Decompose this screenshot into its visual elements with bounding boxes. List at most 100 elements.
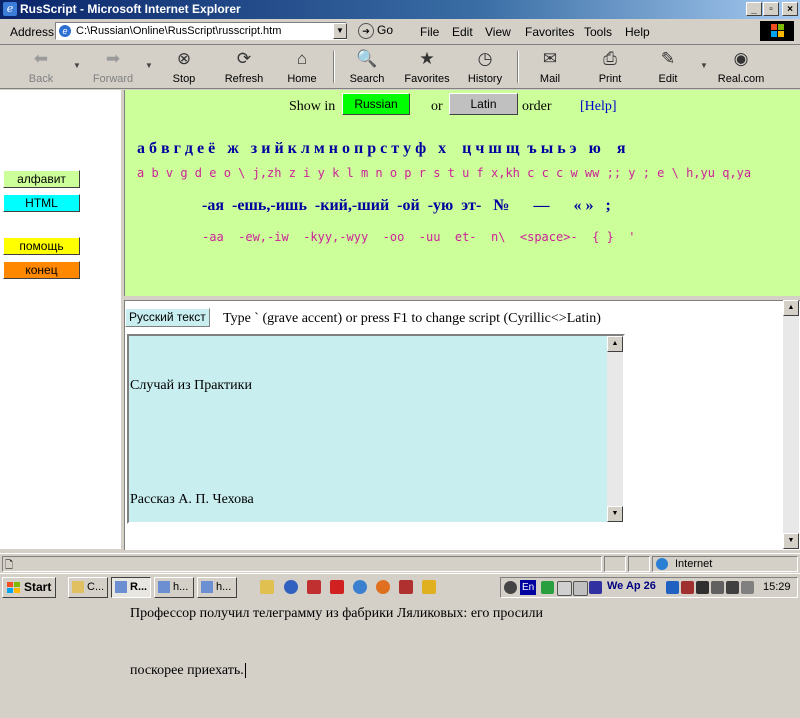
latin-endings-row: -aa -ew,-iw -kyy,-wyy -oo -uu et- n\ <sp… bbox=[202, 230, 636, 244]
quicklaunch-app-icon[interactable] bbox=[399, 580, 413, 594]
quicklaunch-media-icon[interactable] bbox=[422, 580, 436, 594]
tray-icon[interactable] bbox=[726, 581, 739, 594]
toolbar-separator bbox=[517, 51, 519, 83]
page-scroll-up-button[interactable]: ▲ bbox=[783, 300, 799, 316]
taskbar-item-active[interactable]: R... bbox=[111, 577, 151, 598]
tray-icon[interactable] bbox=[711, 581, 724, 594]
show-in-label: Show in bbox=[289, 99, 336, 114]
russian-text-area[interactable]: Случай из Практики Рассказ А. П. Чехова … bbox=[127, 334, 625, 678]
menu-tools[interactable]: Tools bbox=[584, 25, 612, 39]
start-button[interactable]: Start bbox=[2, 577, 56, 598]
mail-button[interactable]: ✉ Mail bbox=[530, 47, 570, 87]
tray-icon[interactable] bbox=[681, 581, 694, 594]
russian-order-button[interactable]: Russian bbox=[342, 93, 410, 115]
latin-transliteration-row: a b v g d e o \ j,zh z i y k l m n o p r… bbox=[137, 166, 752, 180]
stop-button[interactable]: ⊗ Stop bbox=[163, 47, 205, 87]
tray-icon[interactable] bbox=[573, 581, 588, 596]
left-nav-frame: алфавит HTML помощь конец bbox=[0, 90, 124, 549]
back-label: Back bbox=[28, 73, 54, 85]
forward-button[interactable]: ➡ Forward bbox=[88, 47, 138, 87]
tray-icon[interactable] bbox=[557, 581, 572, 596]
tray-icon[interactable] bbox=[541, 581, 554, 594]
menu-file[interactable]: File bbox=[420, 25, 439, 39]
tray-icon[interactable] bbox=[741, 581, 754, 594]
history-button[interactable]: ◷ History bbox=[466, 47, 504, 87]
address-menu-bar: Address e C:\Russian\Online\RusScript\ru… bbox=[0, 19, 800, 45]
address-input[interactable]: e C:\Russian\Online\RusScript\russcript.… bbox=[55, 22, 347, 40]
refresh-button[interactable]: ⟳ Refresh bbox=[220, 47, 268, 87]
search-button[interactable]: 🔍 Search bbox=[345, 47, 389, 87]
tray-icon[interactable] bbox=[504, 581, 517, 594]
menu-favorites[interactable]: Favorites bbox=[525, 25, 574, 39]
title-bar[interactable]: e RusScript - Microsoft Internet Explore… bbox=[0, 0, 800, 19]
minimize-button[interactable]: _ bbox=[746, 2, 762, 16]
tray-icon[interactable] bbox=[696, 581, 709, 594]
text-cursor bbox=[244, 663, 250, 678]
cyrillic-alphabet-row[interactable]: а б в г д е ё ж з и й к л м н о п р с т … bbox=[137, 140, 625, 158]
text-area-content[interactable]: Случай из Практики Рассказ А. П. Чехова … bbox=[130, 338, 604, 718]
favorites-button[interactable]: ★ Favorites bbox=[402, 47, 452, 87]
address-label: Address bbox=[10, 25, 55, 39]
text-line: Профессор получил телеграмму из фабрики … bbox=[130, 606, 543, 621]
taskbar-item[interactable]: C... bbox=[68, 577, 108, 598]
text-line-last: поскорее приехать. bbox=[130, 663, 244, 678]
edit-dropdown-icon[interactable]: ▼ bbox=[700, 61, 708, 70]
text-area-scrollbar[interactable]: ▲ ▼ bbox=[607, 336, 623, 522]
back-button[interactable]: ⬅ Back bbox=[18, 47, 64, 87]
ie-app-icon[interactable]: e bbox=[3, 2, 17, 16]
or-label: or bbox=[431, 99, 443, 114]
system-tray: En We Ap 26 15:29 bbox=[500, 577, 798, 598]
address-dropdown-button[interactable]: ▼ bbox=[333, 23, 347, 39]
cyrillic-endings-row[interactable]: -ая -ешь,-ишь -кий,-ший -ой -ую эт- № — … bbox=[202, 197, 611, 215]
page-scrollbar[interactable]: ▲ ▼ bbox=[783, 300, 799, 549]
print-button[interactable]: ⎙ Print bbox=[594, 47, 626, 87]
go-label: Go bbox=[377, 23, 394, 38]
quicklaunch-ie-icon[interactable] bbox=[353, 580, 367, 594]
menu-edit[interactable]: Edit bbox=[452, 25, 473, 39]
go-button[interactable]: ➔ Go bbox=[358, 23, 393, 41]
edit-icon: ✎ bbox=[660, 49, 676, 68]
clock[interactable]: 15:29 bbox=[763, 581, 791, 593]
tray-date[interactable]: We Ap 26 bbox=[607, 580, 656, 592]
close-button[interactable]: × bbox=[782, 2, 798, 16]
realcom-button[interactable]: ◉ Real.com bbox=[715, 47, 767, 87]
quicklaunch-firefox-icon[interactable] bbox=[376, 580, 390, 594]
tray-icon[interactable] bbox=[666, 581, 679, 594]
quicklaunch-app-icon[interactable] bbox=[307, 580, 321, 594]
maximize-button[interactable]: ▫ bbox=[763, 2, 779, 16]
end-button[interactable]: конец bbox=[3, 261, 80, 279]
alphabet-button[interactable]: алфавит bbox=[3, 170, 80, 188]
mail-icon: ✉ bbox=[542, 49, 558, 68]
scroll-up-button[interactable]: ▲ bbox=[607, 336, 623, 352]
task-label: h... bbox=[216, 581, 232, 593]
home-button[interactable]: ⌂ Home bbox=[282, 47, 322, 87]
status-bar: 🗋 Internet bbox=[0, 553, 800, 574]
edit-label: Edit bbox=[658, 73, 678, 85]
help-link[interactable]: [Help] bbox=[580, 99, 617, 115]
html-button[interactable]: HTML bbox=[3, 194, 80, 212]
language-indicator[interactable]: En bbox=[520, 580, 537, 595]
quicklaunch-folder-icon[interactable] bbox=[260, 580, 274, 594]
edit-button[interactable]: ✎ Edit bbox=[655, 47, 681, 87]
page-scroll-down-button[interactable]: ▼ bbox=[783, 533, 799, 549]
quicklaunch-app-icon[interactable] bbox=[330, 580, 344, 594]
address-value[interactable]: C:\Russian\Online\RusScript\russcript.ht… bbox=[76, 25, 281, 37]
taskbar-item[interactable]: h... bbox=[154, 577, 194, 598]
menu-view[interactable]: View bbox=[485, 25, 511, 39]
history-icon: ◷ bbox=[477, 49, 493, 68]
forward-dropdown-icon[interactable]: ▼ bbox=[145, 61, 153, 70]
refresh-icon: ⟳ bbox=[236, 49, 252, 68]
menu-help[interactable]: Help bbox=[625, 25, 650, 39]
scroll-down-button[interactable]: ▼ bbox=[607, 506, 623, 522]
back-dropdown-icon[interactable]: ▼ bbox=[73, 61, 81, 70]
go-arrow-icon: ➔ bbox=[358, 23, 374, 39]
tray-icon[interactable] bbox=[589, 581, 602, 594]
help-button[interactable]: помощь bbox=[3, 237, 80, 255]
internet-globe-icon bbox=[656, 558, 668, 570]
history-label: History bbox=[467, 73, 503, 85]
latin-order-button[interactable]: Latin bbox=[449, 93, 518, 115]
search-label: Search bbox=[349, 73, 385, 85]
taskbar-item[interactable]: h... bbox=[197, 577, 237, 598]
print-label: Print bbox=[598, 73, 622, 85]
quicklaunch-globe-icon[interactable] bbox=[284, 580, 298, 594]
